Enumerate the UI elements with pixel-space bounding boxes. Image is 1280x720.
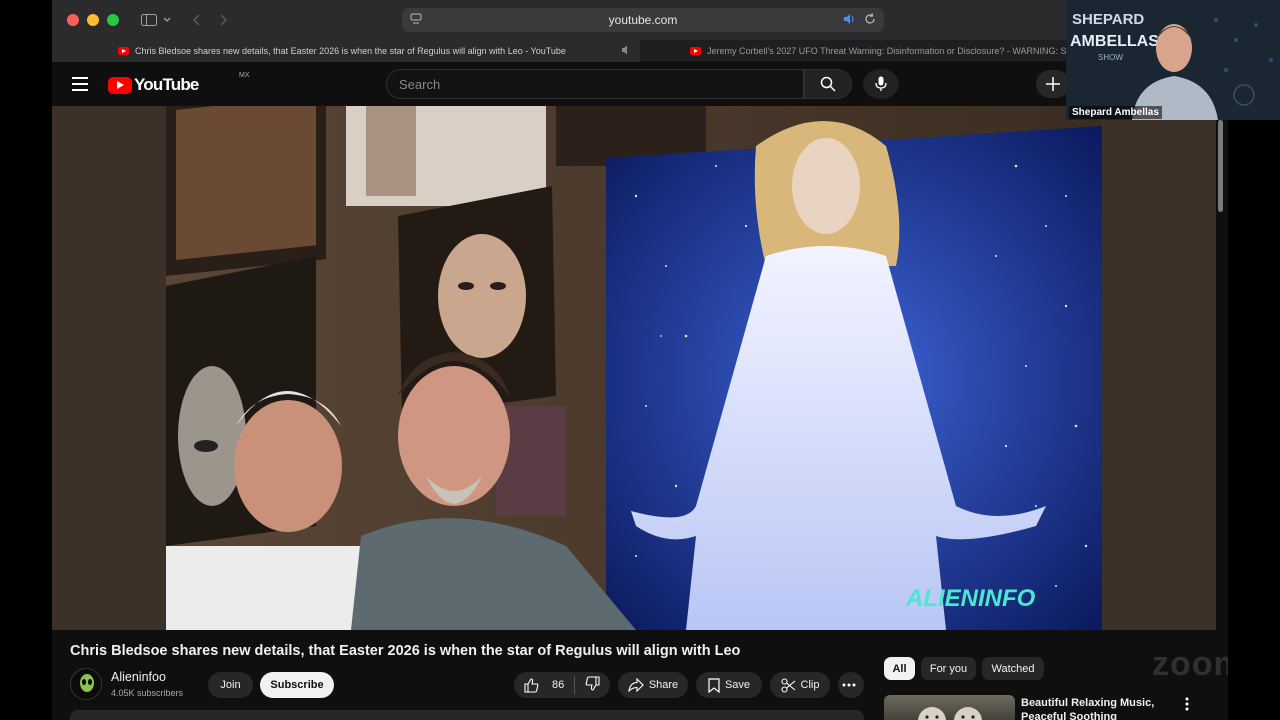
subscribe-button[interactable]: Subscribe: [260, 672, 334, 698]
more-actions-button[interactable]: [838, 672, 864, 698]
youtube-logo[interactable]: YouTube MX: [108, 72, 250, 95]
video-player[interactable]: ALIENINFO: [166, 106, 1102, 630]
browser-toolbar: youtube.com: [52, 0, 1228, 40]
join-label: Join: [220, 679, 241, 691]
search-placeholder: Search: [399, 76, 441, 92]
chip-all[interactable]: All: [884, 657, 915, 680]
bookmark-icon: [708, 677, 720, 693]
chip-for-you[interactable]: For you: [921, 657, 976, 680]
video-frame: ALIENINFO: [166, 106, 1102, 630]
youtube-favicon-icon: [118, 47, 129, 55]
recommendation-thumbnail[interactable]: [884, 695, 1015, 720]
reload-icon[interactable]: [864, 13, 876, 28]
youtube-header: YouTube MX Search: [52, 62, 1228, 106]
subscribe-label: Subscribe: [270, 679, 324, 691]
thumbs-up-icon: [524, 677, 539, 693]
clip-button[interactable]: Clip: [770, 672, 830, 698]
chip-watched[interactable]: Watched: [982, 657, 1044, 680]
subscriber-count: 4.05K subscribers: [111, 688, 184, 698]
video-watermark: ALIENINFO: [905, 585, 1036, 612]
window-controls: [67, 14, 119, 26]
screen: youtube.com Chris Bledsoe shares new det…: [0, 0, 1280, 720]
search-icon: [820, 76, 836, 92]
hamburger-menu-icon[interactable]: [72, 77, 88, 91]
chip-label: All: [892, 662, 907, 675]
more-horizontal-icon: [842, 683, 855, 687]
close-window-button[interactable]: [67, 14, 79, 26]
tab-title: Chris Bledsoe shares new details, that E…: [135, 46, 566, 56]
youtube-favicon-icon: [690, 47, 701, 55]
tab-active[interactable]: Chris Bledsoe shares new details, that E…: [52, 40, 640, 62]
backdrop-text: SHEPARD: [1072, 11, 1144, 28]
recommendation-title[interactable]: Beautiful Relaxing Music, Peaceful Sooth…: [1021, 696, 1171, 720]
zoom-watermark: zoom: [1152, 645, 1228, 683]
webcam-overlay: SHEPARD AMBELLAS SHOW Shepard Ambellas: [1066, 0, 1280, 120]
channel-avatar[interactable]: [70, 668, 102, 700]
join-button[interactable]: Join: [208, 672, 253, 698]
voice-search-button[interactable]: [863, 69, 899, 99]
chip-label: For you: [929, 662, 968, 675]
create-button[interactable]: [1036, 70, 1070, 98]
webcam-feed: SHEPARD AMBELLAS SHOW: [1066, 0, 1280, 120]
forward-arrow-icon[interactable]: [219, 14, 227, 26]
backdrop-text: AMBELLAS: [1070, 33, 1159, 50]
dislike-button[interactable]: [585, 676, 605, 694]
tab-bar: Chris Bledsoe shares new details, that E…: [52, 40, 1228, 62]
like-dislike-group: 86: [514, 672, 610, 698]
share-icon: [628, 678, 644, 692]
scissors-icon: [780, 677, 795, 693]
minimize-window-button[interactable]: [87, 14, 99, 26]
search-button[interactable]: [804, 69, 852, 99]
more-vertical-icon[interactable]: [1185, 697, 1189, 714]
description-box[interactable]: [70, 710, 864, 720]
save-button[interactable]: Save: [696, 672, 762, 698]
webcam-participant-name: Shepard Ambellas: [1069, 106, 1162, 119]
tab-title: Jeremy Corbell's 2027 UFO Threat Warning…: [707, 46, 1067, 56]
logo-text: YouTube: [134, 75, 199, 94]
search-input[interactable]: Search: [386, 69, 804, 99]
thumbs-down-icon: [585, 676, 600, 691]
sidebar-toggle-icon[interactable]: [141, 14, 157, 26]
address-bar[interactable]: youtube.com: [402, 8, 884, 32]
page-scrollbar[interactable]: [1218, 120, 1223, 212]
save-label: Save: [724, 679, 751, 691]
share-button[interactable]: Share: [618, 672, 688, 698]
zoom-window-button[interactable]: [107, 14, 119, 26]
video-player-area: ALIENINFO: [52, 106, 1216, 630]
like-divider: [574, 676, 576, 694]
country-code: MX: [239, 72, 250, 79]
chip-label: Watched: [991, 662, 1035, 675]
like-count: 86: [552, 679, 565, 691]
backdrop-text: SHOW: [1098, 53, 1123, 62]
chevron-down-icon[interactable]: [163, 17, 171, 23]
share-label: Share: [648, 679, 679, 691]
clip-label: Clip: [800, 679, 820, 691]
plus-icon: [1046, 77, 1060, 91]
speaker-icon[interactable]: [843, 13, 856, 28]
tab-audio-icon[interactable]: [621, 45, 632, 57]
address-url: youtube.com: [608, 13, 678, 27]
microphone-icon: [875, 76, 887, 91]
like-button[interactable]: 86: [524, 677, 565, 693]
video-title: Chris Bledsoe shares new details, that E…: [70, 643, 741, 659]
browser-window: youtube.com Chris Bledsoe shares new det…: [52, 0, 1228, 720]
page-settings-icon[interactable]: [410, 13, 422, 28]
youtube-play-icon: [108, 76, 132, 94]
channel-name[interactable]: Alieninfoo: [111, 670, 166, 684]
back-arrow-icon[interactable]: [193, 14, 201, 26]
